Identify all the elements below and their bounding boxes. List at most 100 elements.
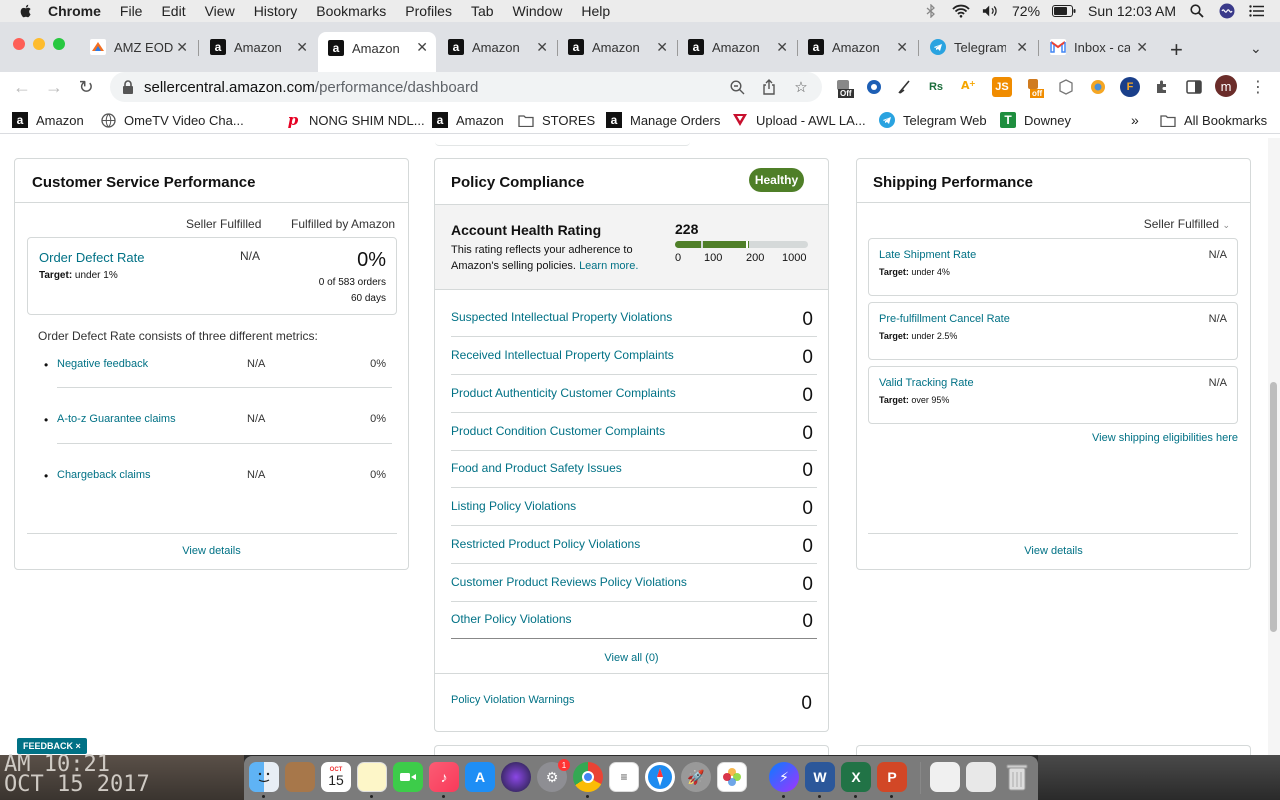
menu-help[interactable]: Help: [581, 3, 610, 19]
notes-icon[interactable]: [357, 762, 387, 792]
tab-amazon-1[interactable]: a Amazon ✕: [200, 32, 316, 62]
tab-amazon-5[interactable]: a Amazon ✕: [678, 32, 796, 62]
chrome-menu-icon[interactable]: ⋮: [1246, 75, 1270, 99]
policy-row-label[interactable]: Listing Policy Violations: [451, 499, 576, 513]
facetime-icon[interactable]: [393, 762, 423, 792]
extension-blue-gear-icon[interactable]: [864, 77, 884, 97]
window-close-button[interactable]: [13, 38, 25, 50]
menu-file[interactable]: File: [120, 3, 143, 19]
bookmark-folder-stores[interactable]: STORES: [518, 112, 595, 128]
policy-row-listing[interactable]: Listing Policy Violations 0: [451, 488, 817, 526]
page-scrollbar[interactable]: [1268, 138, 1280, 755]
policy-row-suspected-ip[interactable]: Suspected Intellectual Property Violatio…: [451, 299, 817, 337]
tab-amazon-3[interactable]: a Amazon ✕: [438, 32, 556, 62]
extension-broom-icon[interactable]: [894, 77, 914, 97]
extension-js-icon[interactable]: JS: [992, 77, 1012, 97]
music-icon[interactable]: ♪: [429, 762, 459, 792]
menu-history[interactable]: History: [254, 3, 298, 19]
order-defect-rate-link[interactable]: Order Defect Rate: [39, 250, 145, 265]
extension-cube-icon[interactable]: [1056, 77, 1076, 97]
downloads-stack-icon[interactable]: [966, 762, 996, 792]
bookmark-telegram-web[interactable]: Telegram Web: [879, 112, 987, 128]
extension-off-badge-icon[interactable]: off: [1024, 77, 1045, 98]
shipping-view-details-link[interactable]: View details: [857, 545, 1250, 557]
valid-tracking-rate-link[interactable]: Valid Tracking Rate: [879, 377, 974, 389]
policy-row-label[interactable]: Other Policy Violations: [451, 612, 572, 626]
word-icon[interactable]: W: [805, 762, 835, 792]
bookmark-manage-orders[interactable]: a Manage Orders: [606, 112, 720, 128]
extension-accessibility-icon[interactable]: A +: [958, 77, 978, 97]
policy-row-restricted[interactable]: Restricted Product Policy Violations 0: [451, 526, 817, 564]
bookmark-ometv[interactable]: OmeTV Video Cha...: [100, 112, 244, 128]
tab-search-chevron-icon[interactable]: ⌄: [1250, 40, 1262, 57]
menu-tab[interactable]: Tab: [471, 3, 494, 19]
safari-icon[interactable]: [645, 762, 675, 792]
bookmark-upload-awl[interactable]: Upload - AWL LA...: [732, 112, 866, 128]
tab-close-icon[interactable]: ✕: [176, 39, 188, 56]
spotlight-search-icon[interactable]: [1188, 3, 1206, 19]
window-zoom-button[interactable]: [53, 38, 65, 50]
volume-icon[interactable]: [982, 3, 1000, 19]
policy-row-label[interactable]: Restricted Product Policy Violations: [451, 537, 640, 551]
excel-icon[interactable]: X: [841, 762, 871, 792]
control-center-icon[interactable]: [1248, 3, 1266, 19]
menu-edit[interactable]: Edit: [161, 3, 185, 19]
policy-row-label[interactable]: Product Authenticity Customer Complaints: [451, 386, 676, 400]
chrome-icon[interactable]: [573, 762, 603, 792]
policy-row-label[interactable]: Customer Product Reviews Policy Violatio…: [451, 575, 687, 589]
reminders-icon[interactable]: ≡: [609, 762, 639, 792]
policy-row-label[interactable]: Received Intellectual Property Complaint…: [451, 348, 674, 362]
scrollbar-thumb[interactable]: [1270, 382, 1277, 632]
menu-window[interactable]: Window: [513, 3, 563, 19]
extension-orange-circle-icon[interactable]: [1088, 77, 1108, 97]
tab-close-icon[interactable]: ✕: [1016, 39, 1028, 56]
siri-icon[interactable]: [1218, 3, 1236, 19]
bookmark-downey[interactable]: T Downey: [1000, 112, 1071, 128]
calendar-icon[interactable]: OCT 15: [321, 762, 351, 792]
policy-row-label[interactable]: Food and Product Safety Issues: [451, 461, 622, 475]
extensions-puzzle-icon[interactable]: [1152, 77, 1172, 97]
siri-dock-icon[interactable]: [501, 762, 531, 792]
trash-icon[interactable]: [1002, 762, 1032, 792]
messenger-icon[interactable]: ⚡: [769, 762, 799, 792]
share-icon[interactable]: [760, 78, 778, 96]
tab-close-icon[interactable]: ✕: [776, 39, 788, 56]
policy-violation-warnings-link[interactable]: Policy Violation Warnings: [451, 694, 575, 706]
pre-fulfillment-cancel-rate-link[interactable]: Pre-fulfillment Cancel Rate: [879, 313, 1010, 325]
negative-feedback-link[interactable]: Negative feedback: [57, 358, 148, 370]
forward-arrow-icon[interactable]: →: [42, 75, 66, 99]
policy-row-received-ip[interactable]: Received Intellectual Property Complaint…: [451, 337, 817, 375]
tab-amazon-4[interactable]: a Amazon ✕: [558, 32, 676, 62]
menu-app-chrome[interactable]: Chrome: [48, 3, 101, 19]
learn-more-link[interactable]: Learn more.: [579, 260, 638, 272]
tab-amazon-6[interactable]: a Amazon ✕: [798, 32, 916, 62]
chargeback-claims-link[interactable]: Chargeback claims: [57, 469, 151, 481]
new-tab-button[interactable]: +: [1170, 37, 1183, 63]
extension-rs-icon[interactable]: Rs: [926, 77, 946, 97]
fulfillment-dropdown[interactable]: Seller Fulfilled ⌄: [1144, 217, 1230, 231]
tab-close-icon[interactable]: ✕: [416, 39, 428, 56]
profile-avatar[interactable]: m: [1215, 75, 1237, 97]
bookmarks-overflow-chevron[interactable]: »: [1131, 112, 1139, 128]
tab-close-icon[interactable]: ✕: [656, 39, 668, 56]
launchpad-icon[interactable]: 🚀: [681, 762, 711, 792]
tab-close-icon[interactable]: ✕: [896, 39, 908, 56]
finder-icon[interactable]: [249, 762, 279, 792]
back-arrow-icon[interactable]: ←: [10, 75, 34, 99]
photos-icon[interactable]: [717, 762, 747, 792]
menu-bar-clock[interactable]: Sun 12:03 AM: [1088, 3, 1176, 19]
bluetooth-icon[interactable]: [922, 3, 940, 19]
a-to-z-claims-link[interactable]: A-to-z Guarantee claims: [57, 413, 176, 425]
policy-row-condition[interactable]: Product Condition Customer Complaints 0: [451, 413, 817, 451]
policy-row-label[interactable]: Suspected Intellectual Property Violatio…: [451, 310, 672, 324]
side-panel-icon[interactable]: [1184, 77, 1204, 97]
customer-service-view-details-link[interactable]: View details: [15, 545, 408, 557]
tab-telegram[interactable]: Telegram ✕: [920, 32, 1036, 62]
tab-close-icon[interactable]: ✕: [296, 39, 308, 56]
menu-bookmarks[interactable]: Bookmarks: [316, 3, 386, 19]
menu-view[interactable]: View: [205, 3, 235, 19]
wifi-icon[interactable]: [952, 3, 970, 19]
tab-amz-eod[interactable]: AMZ EOD ✕: [80, 32, 196, 62]
tab-amazon-active[interactable]: a Amazon ✕: [318, 32, 436, 72]
bookmark-nong-shim[interactable]: p NONG SHIM NDL...: [285, 111, 425, 129]
